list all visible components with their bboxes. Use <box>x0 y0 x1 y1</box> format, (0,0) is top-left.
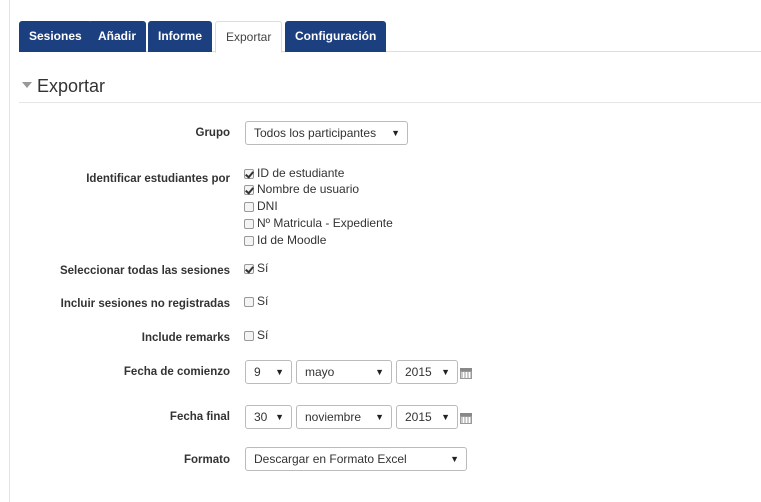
option-label: ID de estudiante <box>257 166 345 180</box>
chevron-down-icon: ▼ <box>375 412 384 422</box>
chevron-down-icon: ▼ <box>375 367 384 377</box>
formato-label: Formato <box>184 454 230 466</box>
option-label: Sí <box>257 294 269 308</box>
year-value: 2015 <box>405 410 432 424</box>
checkbox-incluir[interactable] <box>244 296 254 307</box>
option-label: Sí <box>257 328 269 342</box>
caret-down-icon <box>22 82 32 89</box>
checkbox-matricula[interactable] <box>244 218 254 229</box>
tab-configuracion[interactable]: Configuración <box>285 21 387 52</box>
fecha-comienzo-day-select[interactable]: 9 ▼ <box>245 360 292 384</box>
option-id-estudiante[interactable]: ID de estudiante <box>244 166 344 180</box>
chevron-down-icon: ▼ <box>275 367 284 377</box>
option-id-moodle[interactable]: Id de Moodle <box>244 233 326 247</box>
option-label: DNI <box>257 199 278 213</box>
section-title: Exportar <box>37 76 106 96</box>
option-label: Nº Matricula - Expediente <box>257 216 393 230</box>
option-label: Id de Moodle <box>257 233 327 247</box>
day-value: 9 <box>254 365 261 379</box>
checkbox-nombre-usuario[interactable] <box>244 184 254 195</box>
remarks-label: Include remarks <box>141 332 230 344</box>
day-value: 30 <box>254 410 268 424</box>
option-incluir-si[interactable]: Sí <box>244 294 268 308</box>
option-nombre-usuario[interactable]: Nombre de usuario <box>244 182 359 196</box>
month-value: noviembre <box>305 410 362 424</box>
formato-value: Descargar en Formato Excel <box>254 452 407 466</box>
option-remarks-si[interactable]: Sí <box>244 328 268 342</box>
option-matricula[interactable]: Nº Matricula - Expediente <box>244 216 393 230</box>
year-value: 2015 <box>405 365 432 379</box>
calendar-icon[interactable] <box>460 412 472 424</box>
option-label: Nombre de usuario <box>257 182 360 196</box>
grupo-value: Todos los participantes <box>254 126 377 140</box>
fecha-final-label: Fecha final <box>169 411 230 423</box>
chevron-down-icon: ▼ <box>275 412 284 422</box>
fecha-final-day-select[interactable]: 30 ▼ <box>245 405 292 429</box>
calendar-icon[interactable] <box>460 367 472 379</box>
option-dni[interactable]: DNI <box>244 199 278 213</box>
grupo-select[interactable]: Todos los participantes ▼ <box>245 121 408 145</box>
grupo-label: Grupo <box>195 127 231 139</box>
checkbox-seleccionar[interactable] <box>244 263 254 274</box>
chevron-down-icon: ▼ <box>391 128 400 138</box>
checkbox-id-estudiante[interactable] <box>244 168 254 179</box>
tab-sesiones[interactable]: Sesiones <box>19 21 92 52</box>
chevron-down-icon: ▼ <box>441 367 450 377</box>
identificar-label: Identificar estudiantes por <box>86 173 230 185</box>
formato-select[interactable]: Descargar en Formato Excel ▼ <box>245 447 467 471</box>
seleccionar-label: Seleccionar todas las sesiones <box>59 265 230 277</box>
tab-anadir[interactable]: Añadir <box>88 21 147 52</box>
fecha-comienzo-year-select[interactable]: 2015 ▼ <box>396 360 458 384</box>
chevron-down-icon: ▼ <box>450 454 459 464</box>
fecha-comienzo-month-select[interactable]: mayo ▼ <box>296 360 392 384</box>
incluir-label: Incluir sesiones no registradas <box>60 298 230 310</box>
tab-exportar[interactable]: Exportar <box>215 21 283 53</box>
month-value: mayo <box>305 365 335 379</box>
option-label: Sí <box>257 261 269 275</box>
tab-bar: Sesiones Añadir Informe Exportar Configu… <box>19 21 761 53</box>
checkbox-id-moodle[interactable] <box>244 235 254 246</box>
option-seleccionar-si[interactable]: Sí <box>244 261 268 275</box>
checkbox-dni[interactable] <box>244 201 254 212</box>
chevron-down-icon: ▼ <box>441 412 450 422</box>
tab-informe[interactable]: Informe <box>148 21 213 52</box>
checkbox-remarks[interactable] <box>244 330 254 341</box>
fecha-final-year-select[interactable]: 2015 ▼ <box>396 405 458 429</box>
fecha-comienzo-label: Fecha de comienzo <box>123 366 230 378</box>
fecha-final-month-select[interactable]: noviembre ▼ <box>296 405 392 429</box>
section-header[interactable]: Exportar <box>22 76 105 97</box>
section-divider <box>19 102 761 103</box>
left-border <box>9 0 10 502</box>
